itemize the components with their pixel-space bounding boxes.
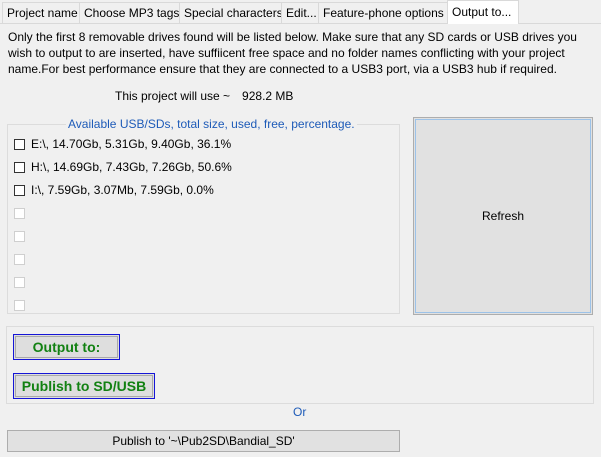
publish-button[interactable]: Publish to SD/USB [13, 373, 155, 399]
drive-option-e[interactable]: E:\, 14.70Gb, 5.31Gb, 9.40Gb, 36.1% [14, 136, 231, 152]
output-panel: Only the first 8 removable drives found … [0, 24, 601, 457]
tab-output-to[interactable]: Output to... [447, 0, 519, 24]
drive-slot-empty [14, 274, 31, 290]
disabled-checkbox [14, 299, 25, 311]
disabled-checkbox [14, 230, 25, 242]
drive-option-i[interactable]: I:\, 7.59Gb, 3.07Mb, 7.59Gb, 0.0% [14, 182, 214, 198]
tab-project-name[interactable]: Project name [2, 2, 80, 23]
output-group: Output to: Publish to SD/USB [6, 326, 594, 404]
drive-slot-empty [14, 251, 31, 267]
disabled-checkbox [14, 276, 25, 288]
drive-option-h[interactable]: H:\, 14.69Gb, 7.43Gb, 7.26Gb, 50.6% [14, 159, 232, 175]
drive-checkbox[interactable] [14, 184, 25, 196]
publish-path-label: Publish to '~\Pub2SD\Bandial_SD' [112, 434, 295, 448]
usage-label: This project will use ~ [115, 89, 231, 103]
drive-checkbox[interactable] [14, 138, 25, 150]
tab-strip: Project name Choose MP3 tags Special cha… [0, 0, 601, 24]
refresh-button[interactable]: Refresh [413, 117, 593, 315]
refresh-label: Refresh [481, 209, 525, 223]
drive-slot-empty [14, 205, 31, 221]
disabled-checkbox [14, 207, 25, 219]
disabled-checkbox [14, 253, 25, 265]
drive-slot-empty [14, 297, 31, 313]
publish-to-path-button[interactable]: Publish to '~\Pub2SD\Bandial_SD' [7, 430, 400, 452]
tab-feature-phone-options[interactable]: Feature-phone options [318, 2, 448, 23]
output-to-button[interactable]: Output to: [13, 334, 120, 360]
drive-label: I:\, 7.59Gb, 3.07Mb, 7.59Gb, 0.0% [31, 183, 214, 197]
publish-label: Publish to SD/USB [21, 378, 147, 394]
drives-group: Available USB/SDs, total size, used, fre… [7, 117, 400, 314]
output-to-label: Output to: [32, 339, 101, 355]
drive-checkbox[interactable] [14, 161, 25, 173]
tab-choose-mp3-tags[interactable]: Choose MP3 tags [79, 2, 180, 23]
usage-value: 928.2 MB [242, 89, 294, 103]
or-label: Or [293, 405, 307, 419]
instructions-text: Only the first 8 removable drives found … [8, 30, 577, 76]
drive-label: E:\, 14.70Gb, 5.31Gb, 9.40Gb, 36.1% [31, 137, 232, 151]
drives-group-title: Available USB/SDs, total size, used, fre… [66, 117, 357, 131]
drive-slot-empty [14, 228, 31, 244]
project-usage: This project will use ~ 928.2 MB [115, 89, 293, 103]
drive-label: H:\, 14.69Gb, 7.43Gb, 7.26Gb, 50.6% [31, 160, 232, 174]
tab-special-characters[interactable]: Special characters [179, 2, 283, 23]
tab-edit[interactable]: Edit... [281, 2, 319, 23]
